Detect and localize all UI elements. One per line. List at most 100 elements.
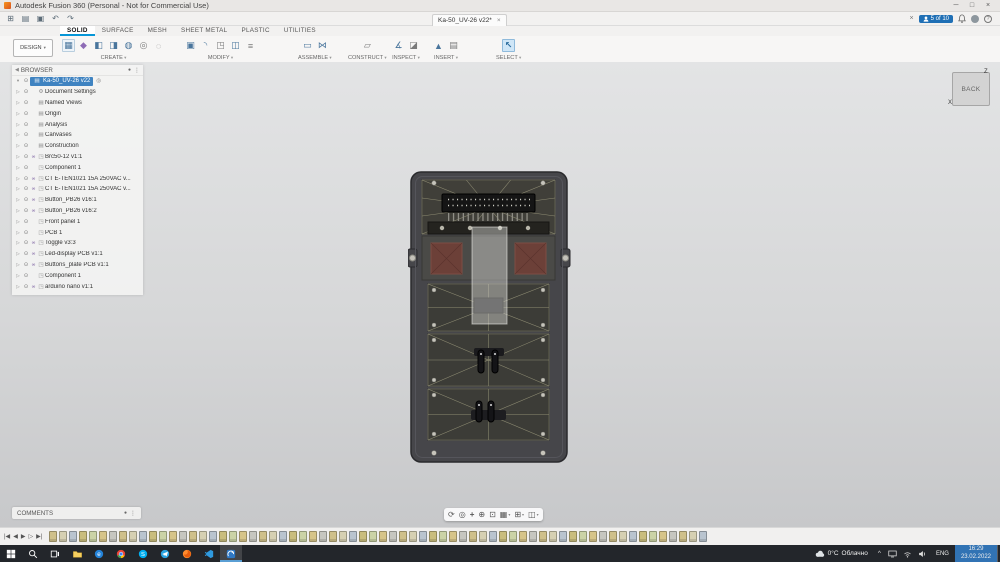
browser-tree-row[interactable]: ▷ ⊙ ∞ ◳ CT E-TEN1021 15A 250VAC v... <box>12 184 143 195</box>
fusion360-button[interactable] <box>220 545 242 562</box>
browser-tree-row[interactable]: ▷ ⊙ ∞ ◳ PCB 1 <box>12 227 143 238</box>
section-analysis-icon[interactable] <box>407 39 420 52</box>
insert-group-label[interactable]: INSERT <box>434 55 458 61</box>
visibility-eye-icon[interactable]: ⊙ <box>22 111 30 117</box>
vscode-button[interactable] <box>198 545 220 562</box>
timeline-feature-icon[interactable] <box>319 531 328 542</box>
timeline-feature-icon[interactable] <box>309 531 318 542</box>
document-tab[interactable]: Ka-50_UV-26 v22* × <box>432 14 507 26</box>
timeline-feature-icon[interactable] <box>599 531 608 542</box>
expand-icon[interactable]: ▷ <box>14 143 22 149</box>
sphere-icon[interactable] <box>122 39 135 52</box>
timeline-feature-icon[interactable] <box>649 531 658 542</box>
visibility-eye-icon[interactable]: ⊙ <box>22 132 30 138</box>
visibility-eye-icon[interactable]: ⊙ <box>22 122 30 128</box>
file-menu-icon[interactable] <box>18 13 33 25</box>
timeline-feature-icon[interactable] <box>179 531 188 542</box>
browser-tree-row[interactable]: ▷ ⊙ ∞ ▤ Construction <box>12 141 143 152</box>
timeline-feature-icon[interactable] <box>59 531 68 542</box>
timeline-feature-icon[interactable] <box>449 531 458 542</box>
expand-icon[interactable]: ▷ <box>14 284 22 290</box>
timeline-feature-icon[interactable] <box>589 531 598 542</box>
browser-root-row[interactable]: ▾ ⊙ ▤ Ka-50_UV-26 v22 ◎ <box>12 76 143 87</box>
change-parameters-icon[interactable] <box>244 39 257 52</box>
display-settings-icon[interactable] <box>500 510 511 519</box>
browser-tree-row[interactable]: ▷ ⊙ ∞ ⚙ Document Settings <box>12 87 143 98</box>
task-view-button[interactable] <box>44 545 66 562</box>
expand-icon[interactable]: ▷ <box>14 154 22 160</box>
visibility-eye-icon[interactable]: ⊙ <box>22 262 30 268</box>
comments-dot-icon[interactable]: ● <box>124 510 127 516</box>
visibility-eye-icon[interactable]: ⊙ <box>22 186 30 192</box>
notification-close-icon[interactable]: × <box>910 15 914 22</box>
start-button[interactable] <box>0 545 22 562</box>
timeline-feature-icon[interactable] <box>409 531 418 542</box>
timeline-feature-icon[interactable] <box>679 531 688 542</box>
timeline-strip[interactable] <box>49 528 996 545</box>
visibility-eye-icon[interactable]: ⊙ <box>22 219 30 225</box>
hidden-icons-chevron[interactable]: ^ <box>874 550 885 557</box>
expand-icon[interactable]: ▷ <box>14 132 22 138</box>
language-indicator[interactable]: ENG <box>930 551 955 557</box>
chrome-button[interactable] <box>110 545 132 562</box>
browser-tree-row[interactable]: ▷ ⊙ ∞ ◳ Component 1 <box>12 162 143 173</box>
visibility-eye-icon[interactable]: ⊙ <box>22 230 30 236</box>
tray-volume-button[interactable] <box>915 550 930 558</box>
timeline-feature-icon[interactable] <box>459 531 468 542</box>
timeline-feature-icon[interactable] <box>479 531 488 542</box>
timeline-feature-icon[interactable] <box>289 531 298 542</box>
timeline-feature-icon[interactable] <box>369 531 378 542</box>
visibility-eye-icon[interactable]: ⊙ <box>22 143 30 149</box>
timeline-feature-icon[interactable] <box>119 531 128 542</box>
visibility-eye-icon[interactable]: ⊙ <box>22 165 30 171</box>
browser-tree-row[interactable]: ▷ ⊙ ∞ ▤ Canvases <box>12 130 143 141</box>
timeline-play-icon[interactable] <box>21 533 26 540</box>
browser-tree-row[interactable]: ▷ ⊙ ∞ ▤ Origin <box>12 108 143 119</box>
visibility-eye-icon[interactable]: ⊙ <box>22 208 30 214</box>
new-component-icon[interactable] <box>301 39 314 52</box>
create-sketch-icon[interactable] <box>62 39 75 52</box>
browser-tree-row[interactable]: ▷ ⊙ ∞ ◳ Front panel 1 <box>12 216 143 227</box>
timeline-feature-icon[interactable] <box>279 531 288 542</box>
coil-icon[interactable] <box>152 39 165 52</box>
timeline-feature-icon[interactable] <box>129 531 138 542</box>
create-form-icon[interactable] <box>77 39 90 52</box>
timeline-feature-icon[interactable] <box>239 531 248 542</box>
grid-settings-icon[interactable] <box>514 510 524 519</box>
timeline-feature-icon[interactable] <box>389 531 398 542</box>
cylinder-icon[interactable] <box>107 39 120 52</box>
timeline-feature-icon[interactable] <box>99 531 108 542</box>
expand-icon[interactable]: ▷ <box>14 111 22 117</box>
redo-icon[interactable] <box>63 13 78 25</box>
timeline-feature-icon[interactable] <box>559 531 568 542</box>
model-uv26-panel[interactable] <box>408 170 573 465</box>
timeline-go-end-icon[interactable] <box>36 533 42 540</box>
timeline-feature-icon[interactable] <box>69 531 78 542</box>
browser-tree-row[interactable]: ▷ ⊙ ∞ ◳ Button_PB26 v16:1 <box>12 195 143 206</box>
firefox-button[interactable] <box>176 545 198 562</box>
visibility-eye-icon[interactable]: ⊙ <box>22 89 30 95</box>
expand-icon[interactable]: ▷ <box>14 197 22 203</box>
timeline-feature-icon[interactable] <box>219 531 228 542</box>
timeline-feature-icon[interactable] <box>429 531 438 542</box>
orbit-icon[interactable] <box>448 510 455 519</box>
timeline-feature-icon[interactable] <box>629 531 638 542</box>
timeline-feature-icon[interactable] <box>469 531 478 542</box>
browser-tree-row[interactable]: ▷ ⊙ ∞ ◳ Toggle v3:3 <box>12 238 143 249</box>
shell-icon[interactable] <box>214 39 227 52</box>
press-pull-icon[interactable] <box>184 39 197 52</box>
timeline-feature-icon[interactable] <box>399 531 408 542</box>
timeline-feature-icon[interactable] <box>699 531 708 542</box>
timeline-feature-icon[interactable] <box>169 531 178 542</box>
timeline-feature-icon[interactable] <box>539 531 548 542</box>
tab-solid[interactable]: SOLID <box>60 26 95 36</box>
inspect-group-label[interactable]: INSPECT <box>392 55 420 61</box>
timeline-feature-icon[interactable] <box>339 531 348 542</box>
browser-tree-row[interactable]: ▷ ⊙ ∞ ▤ Analysis <box>12 119 143 130</box>
timeline-feature-icon[interactable] <box>509 531 518 542</box>
timeline-feature-icon[interactable] <box>139 531 148 542</box>
look-at-icon[interactable] <box>459 510 466 519</box>
box-icon[interactable] <box>92 39 105 52</box>
file-explorer-button[interactable] <box>66 545 88 562</box>
tray-network-button[interactable] <box>900 550 915 558</box>
